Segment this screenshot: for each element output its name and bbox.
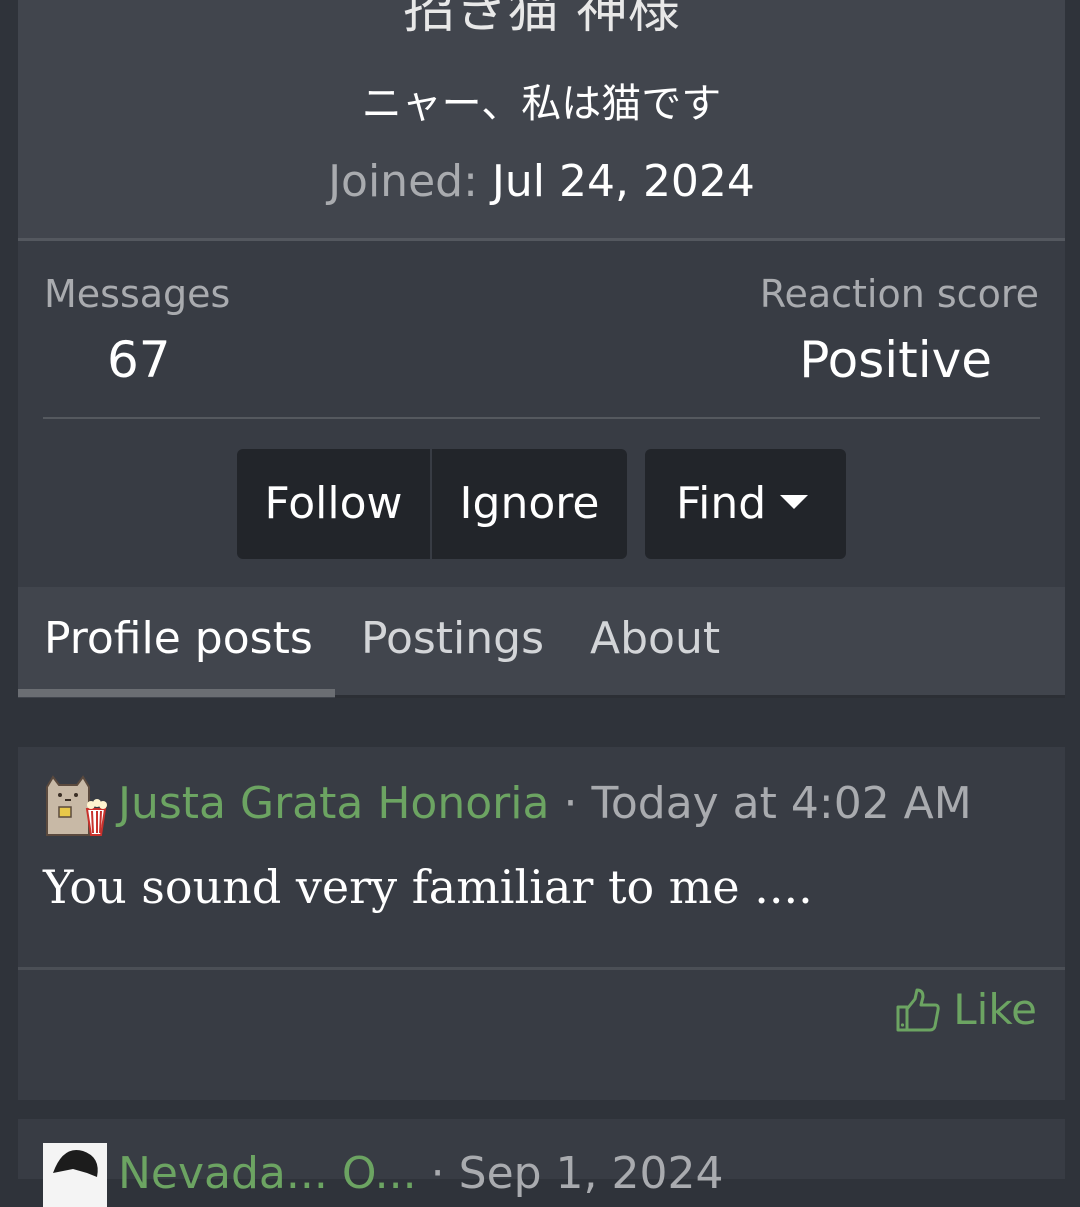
post-separator: · xyxy=(563,778,578,829)
post-timestamp[interactable]: Today at 4:02 AM xyxy=(591,778,971,829)
like-label: Like xyxy=(953,985,1037,1034)
post-author[interactable]: Nevada... O... xyxy=(118,1148,417,1199)
thumbs-up-icon xyxy=(896,988,940,1031)
avatar[interactable] xyxy=(43,773,107,837)
post-header: Justa Grata Honoria · Today at 4:02 AM xyxy=(118,773,972,835)
avatar[interactable] xyxy=(43,1143,107,1207)
follow-button[interactable]: Follow xyxy=(237,449,430,559)
tab-postings[interactable]: Postings xyxy=(361,609,544,669)
post-divider xyxy=(18,967,1065,970)
profile-username: 招き猫 神様 xyxy=(403,0,680,40)
active-tab-indicator xyxy=(18,689,335,697)
ignore-button[interactable]: Ignore xyxy=(432,449,627,559)
profile-post: Nevada... O... · Sep 1, 2024 xyxy=(18,1119,1065,1207)
profile-tabs: Profile posts Postings About xyxy=(18,587,1065,698)
messages-count[interactable]: 67 xyxy=(107,329,171,391)
tab-about[interactable]: About xyxy=(590,609,720,669)
profile-stats: Messages 67 Reaction score Positive Foll… xyxy=(18,241,1065,587)
post-timestamp[interactable]: Sep 1, 2024 xyxy=(459,1148,724,1199)
messages-label: Messages xyxy=(44,272,231,316)
profile-post: Justa Grata Honoria · Today at 4:02 AM Y… xyxy=(18,747,1065,1100)
caret-down-icon xyxy=(780,495,809,509)
cat-avatar-icon xyxy=(43,773,107,837)
reaction-score-label: Reaction score xyxy=(759,272,1039,316)
profile-header: 招き猫 神様 ニャー、私は猫です Joined: Jul 24, 2024 xyxy=(18,0,1065,238)
find-dropdown-button[interactable]: Find xyxy=(645,449,846,559)
stats-divider xyxy=(43,417,1040,419)
profile-user-title: ニャー、私は猫です xyxy=(361,81,722,127)
post-header: Nevada... O... · Sep 1, 2024 xyxy=(118,1143,724,1205)
user-avatar-icon xyxy=(43,1143,107,1207)
post-author[interactable]: Justa Grata Honoria xyxy=(118,778,549,829)
tab-profile-posts[interactable]: Profile posts xyxy=(44,609,313,669)
post-separator: · xyxy=(430,1148,445,1199)
post-body: You sound very familiar to me .... xyxy=(43,860,813,914)
reaction-score-value[interactable]: Positive xyxy=(799,329,992,391)
tabs-bottom-edge xyxy=(335,695,1065,698)
joined-label: Joined: xyxy=(328,156,478,207)
find-label: Find xyxy=(676,478,767,529)
joined-date: Jul 24, 2024 xyxy=(491,156,755,207)
like-button[interactable]: Like xyxy=(895,985,1037,1034)
profile-joined: Joined: Jul 24, 2024 xyxy=(18,154,1065,210)
